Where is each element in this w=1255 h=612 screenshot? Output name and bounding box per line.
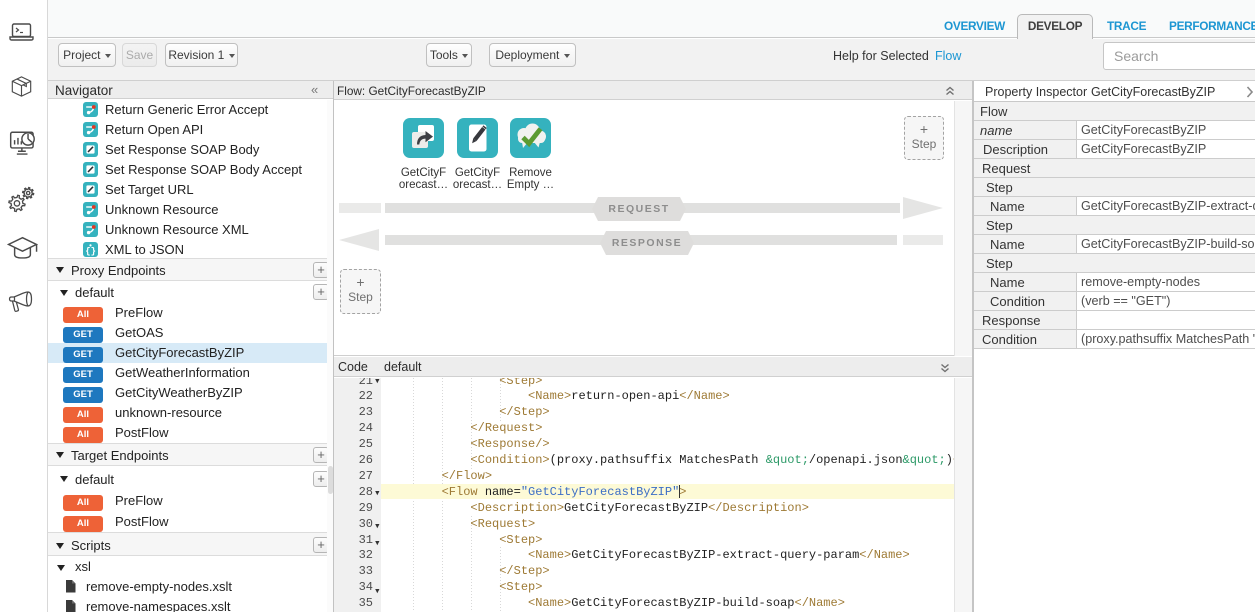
- svg-text:{}: {}: [85, 247, 96, 257]
